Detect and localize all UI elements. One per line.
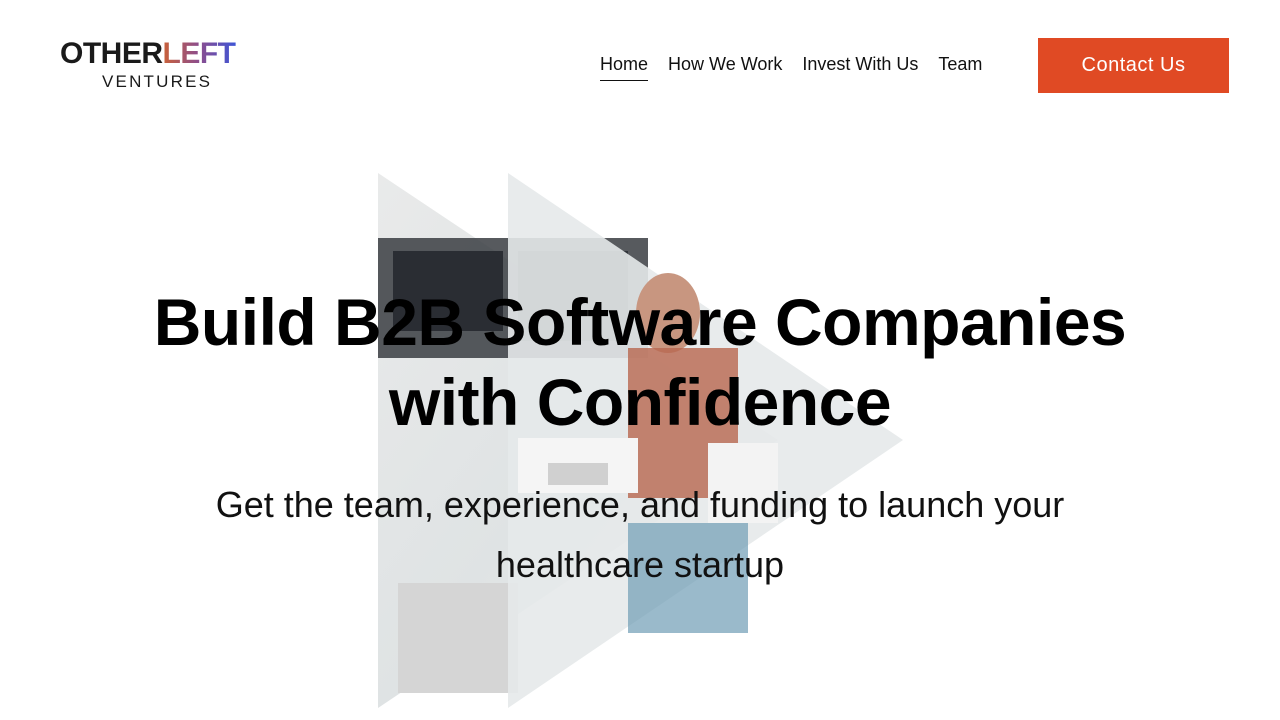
contact-us-button[interactable]: Contact Us: [1038, 38, 1229, 93]
nav-item-invest-with-us[interactable]: Invest With Us: [802, 52, 918, 81]
nav-item-how-we-work[interactable]: How We Work: [668, 52, 782, 81]
main-nav: Home How We Work Invest With Us Team: [600, 52, 982, 81]
logo-other-text: OTHER: [60, 37, 163, 70]
logo-subtitle: VENTURES: [102, 72, 213, 91]
hero-title: Build B2B Software Companies with Confid…: [0, 282, 1280, 442]
hero-subtitle-line-1: Get the team, experience, and funding to…: [215, 484, 1065, 525]
logo-wordmark: OTHERLEFT: [60, 38, 236, 70]
hero-subtitle-line-2: healthcare startup: [495, 544, 785, 585]
nav-item-home[interactable]: Home: [600, 52, 649, 81]
hero-subtitle: Get the team, experience, and funding to…: [0, 475, 1280, 595]
hero-title-line-1: Build B2B Software Companies: [153, 285, 1127, 359]
nav-item-team[interactable]: Team: [938, 52, 982, 81]
logo-left-text: LEFT: [162, 37, 237, 70]
hero-title-line-2: with Confidence: [388, 365, 892, 439]
site-logo[interactable]: OTHERLEFT VENTURES: [60, 38, 270, 94]
